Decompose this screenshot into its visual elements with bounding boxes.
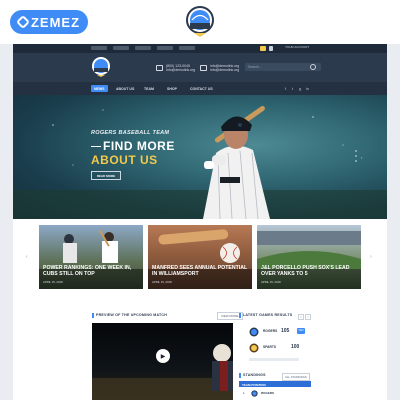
- hero-pagination[interactable]: [355, 150, 357, 162]
- main-nav: NEWS ABOUT US TEAM SHOP CONTACT US f t g…: [13, 82, 387, 95]
- nav-item-contact[interactable]: CONTACT US: [187, 85, 216, 92]
- email-sub: info@demolink.org: [210, 68, 240, 72]
- site-header: (800) 123-0045 info@demolink.org info@de…: [13, 53, 387, 82]
- account-link[interactable]: YOUR ACCOUNT: [285, 45, 309, 49]
- result-stats-bar: [249, 358, 299, 361]
- section-accent: [239, 313, 241, 318]
- zemez-logo[interactable]: ZEMEZ: [10, 10, 88, 34]
- team-logo-icon: [249, 327, 259, 337]
- hero-dot[interactable]: [355, 150, 357, 152]
- zemez-logo-mark: [15, 14, 31, 30]
- news-card[interactable]: MANFRED SEES ANNUAL POTENTIAL IN WILLIAM…: [148, 225, 252, 289]
- team-logo-icon: [249, 343, 259, 353]
- utility-link[interactable]: [91, 46, 107, 50]
- section-accent: [239, 373, 241, 378]
- news-title[interactable]: J&L PORCELLO PUSH SOX'S LEAD OVER YANKS …: [261, 265, 357, 277]
- results-prev-button[interactable]: ‹: [298, 314, 304, 320]
- utility-link[interactable]: [157, 46, 173, 50]
- cart-badge[interactable]: [260, 46, 266, 51]
- team-name: ROGERS: [263, 329, 278, 333]
- section-accent: [92, 313, 94, 318]
- news-title[interactable]: MANFRED SEES ANNUAL POTENTIAL IN WILLIAM…: [152, 265, 248, 277]
- match-video[interactable]: ▶: [92, 323, 233, 400]
- hero-dot[interactable]: [355, 160, 357, 162]
- nav-item-about[interactable]: ABOUT US: [113, 85, 137, 92]
- team-score: 105: [281, 328, 290, 334]
- standings-rank: 1: [243, 391, 245, 395]
- nav-item-team[interactable]: TEAM: [141, 85, 157, 92]
- team-name: SPARTS: [263, 345, 277, 349]
- news-card[interactable]: J&L PORCELLO PUSH SOX'S LEAD OVER YANKS …: [257, 225, 361, 289]
- news-card[interactable]: POWER RANKINGS: ONE WEEK IN, CUBS STILL …: [39, 225, 143, 289]
- read-more-button[interactable]: READ MORE: [91, 171, 121, 180]
- match-heading: PREVIEW OF THE UPCOMING MATCH: [96, 313, 168, 317]
- utility-link[interactable]: [113, 46, 129, 50]
- site-logo-icon[interactable]: [90, 56, 112, 78]
- results-heading: LATEST GAMES RESULTS: [243, 313, 293, 317]
- results-card[interactable]: ROGERS 105 WIN SPARTS 100: [239, 325, 311, 365]
- news-meta: APRIL 15, 2018: [261, 280, 281, 284]
- phone-contact[interactable]: (800) 123-0045 info@demolink.org: [156, 64, 195, 72]
- zemez-logo-text: ZEMEZ: [30, 14, 81, 30]
- bell-icon[interactable]: [269, 46, 273, 51]
- standings-team: ROGERS: [261, 391, 275, 395]
- mail-icon: [200, 65, 207, 71]
- results-next-button[interactable]: ›: [305, 314, 311, 320]
- result-team-row: SPARTS 100: [239, 341, 311, 355]
- hero-dot[interactable]: [355, 155, 357, 157]
- news-meta: APRIL 15, 2018: [43, 280, 63, 284]
- all-standings-button[interactable]: ALL STANDINGS: [282, 373, 310, 381]
- news-title[interactable]: POWER RANKINGS: ONE WEEK IN, CUBS STILL …: [43, 265, 139, 277]
- hero-next-arrow[interactable]: ›: [361, 155, 362, 160]
- news-next-arrow[interactable]: ›: [370, 254, 372, 260]
- phone-icon: [156, 65, 163, 71]
- linkedin-icon[interactable]: in: [306, 87, 309, 91]
- team-logo-icon: [251, 390, 258, 397]
- marketplace-topbar: ZEMEZ: [0, 0, 400, 44]
- play-button[interactable]: ▶: [156, 349, 170, 363]
- standings-header-bar: TEAM POSITION: [239, 381, 311, 387]
- nav-item-shop[interactable]: SHOP: [164, 85, 180, 92]
- standings-row[interactable]: 1 ROGERS: [239, 389, 311, 399]
- email-contact[interactable]: info@demolink.org info@demolink.org: [200, 64, 239, 72]
- utility-bar: YOUR ACCOUNT: [13, 44, 387, 53]
- utility-link[interactable]: [135, 46, 151, 50]
- phone-sub: info@demolink.org: [166, 68, 196, 72]
- facebook-icon[interactable]: f: [285, 87, 286, 91]
- win-badge: WIN: [297, 328, 305, 334]
- nav-item-news[interactable]: NEWS: [91, 85, 108, 92]
- team-score: 100: [291, 344, 300, 350]
- utility-link[interactable]: [179, 46, 195, 50]
- twitter-icon[interactable]: t: [292, 87, 293, 91]
- rogers-badge-icon: [186, 6, 214, 37]
- baseball-player-illustration: [203, 105, 270, 219]
- standings-heading: STANDINGS: [243, 373, 266, 377]
- search-icon[interactable]: [310, 64, 316, 70]
- website-preview: YOUR ACCOUNT (800) 123-0045 info@demolin…: [13, 44, 387, 400]
- google-icon[interactable]: g: [299, 87, 301, 91]
- hero-banner: ROGERS BASEBALL TEAM FIND MORE ABOUT US …: [13, 95, 387, 219]
- news-prev-arrow[interactable]: ‹: [26, 254, 28, 260]
- result-team-row: ROGERS 105 WIN: [239, 325, 311, 339]
- news-meta: APRIL 15, 2018: [152, 280, 172, 284]
